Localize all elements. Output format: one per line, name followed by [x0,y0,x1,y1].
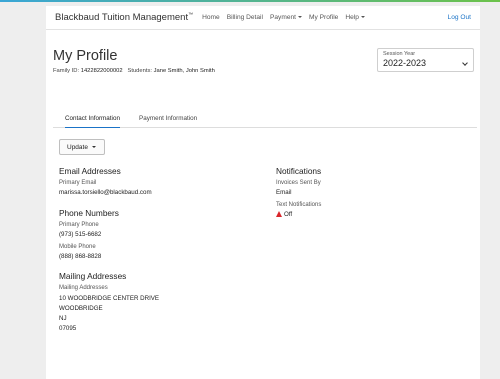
session-year-select[interactable]: Session Year 2022-2023 [377,48,474,72]
nav-payment-label: Payment [269,14,297,21]
primary-phone-label: Primary Phone [59,222,99,228]
nav-help-label: Help [345,14,359,21]
page-title: My Profile [53,48,118,64]
chevron-down-icon [91,146,96,148]
mobile-phone-label: Mobile Phone [59,244,96,250]
update-button[interactable]: Update [59,139,105,155]
mailing-line1: 10 WOODBRIDGE CENTER DRIVE [59,295,160,302]
students-value: Jane Smith, John Smith [153,68,215,74]
family-id-value: 1422822000002 [80,68,123,74]
trademark-mark: ™ [188,11,194,18]
text-notifications-label: Text Notifications [276,202,322,208]
nav-billing-detail[interactable]: Billing Detail [227,14,263,21]
brand-name: Blackbaud Tuition Management [55,12,189,24]
primary-email-value: marissa.torsiello@blackbaud.com [59,189,152,196]
family-id-label: Family ID: [53,68,80,74]
primary-email-label: Primary Email [59,180,97,186]
students-label: Students: [127,68,152,74]
nav-home[interactable]: Home [202,14,220,21]
text-notifications-status: Off [284,211,293,218]
profile-panel: My Profile Family ID: 1422822000002 Stud… [46,30,480,379]
update-button-label: Update [67,143,88,151]
nav-payment[interactable]: Payment [269,14,303,21]
invoices-sent-by-value: Email [276,189,292,196]
tab-payment-information[interactable]: Payment Information [139,115,197,122]
session-year-label: Session Year [383,51,416,57]
text-notifications-value: Off [276,211,292,218]
brand-logo[interactable]: Blackbaud Tuition Management™ [55,12,193,23]
chevron-down-icon [298,16,303,19]
top-accent-stripe [0,0,500,2]
profile-tabs: Contact Information Payment Information [53,111,477,128]
invoices-sent-by-label: Invoices Sent By [276,180,321,186]
family-info: Family ID: 1422822000002 Students: Jane … [53,68,215,74]
mailing-heading: Mailing Addresses [59,271,127,281]
chevron-down-icon [360,16,365,19]
warning-triangle-icon [276,211,282,217]
mailing-address-label: Mailing Addresses [59,285,108,291]
tab-contact-information[interactable]: Contact Information [65,115,120,128]
email-heading: Email Addresses [59,166,121,176]
mailing-state: NJ [59,315,67,322]
session-year-value: 2022-2023 [383,58,427,68]
mailing-zip: 07095 [59,325,77,332]
mobile-phone-value: (888) 868-8828 [59,253,102,260]
nav-help[interactable]: Help [345,14,365,21]
mailing-city: WOODBRIDGE [59,305,103,312]
nav-my-profile[interactable]: My Profile [309,14,338,21]
notifications-heading: Notifications [276,166,322,176]
logout-link[interactable]: Log Out [448,14,471,21]
phones-heading: Phone Numbers [59,208,119,218]
primary-phone-value: (973) 515-6682 [59,231,102,238]
top-navbar: Blackbaud Tuition Management™ Home Billi… [46,6,480,30]
